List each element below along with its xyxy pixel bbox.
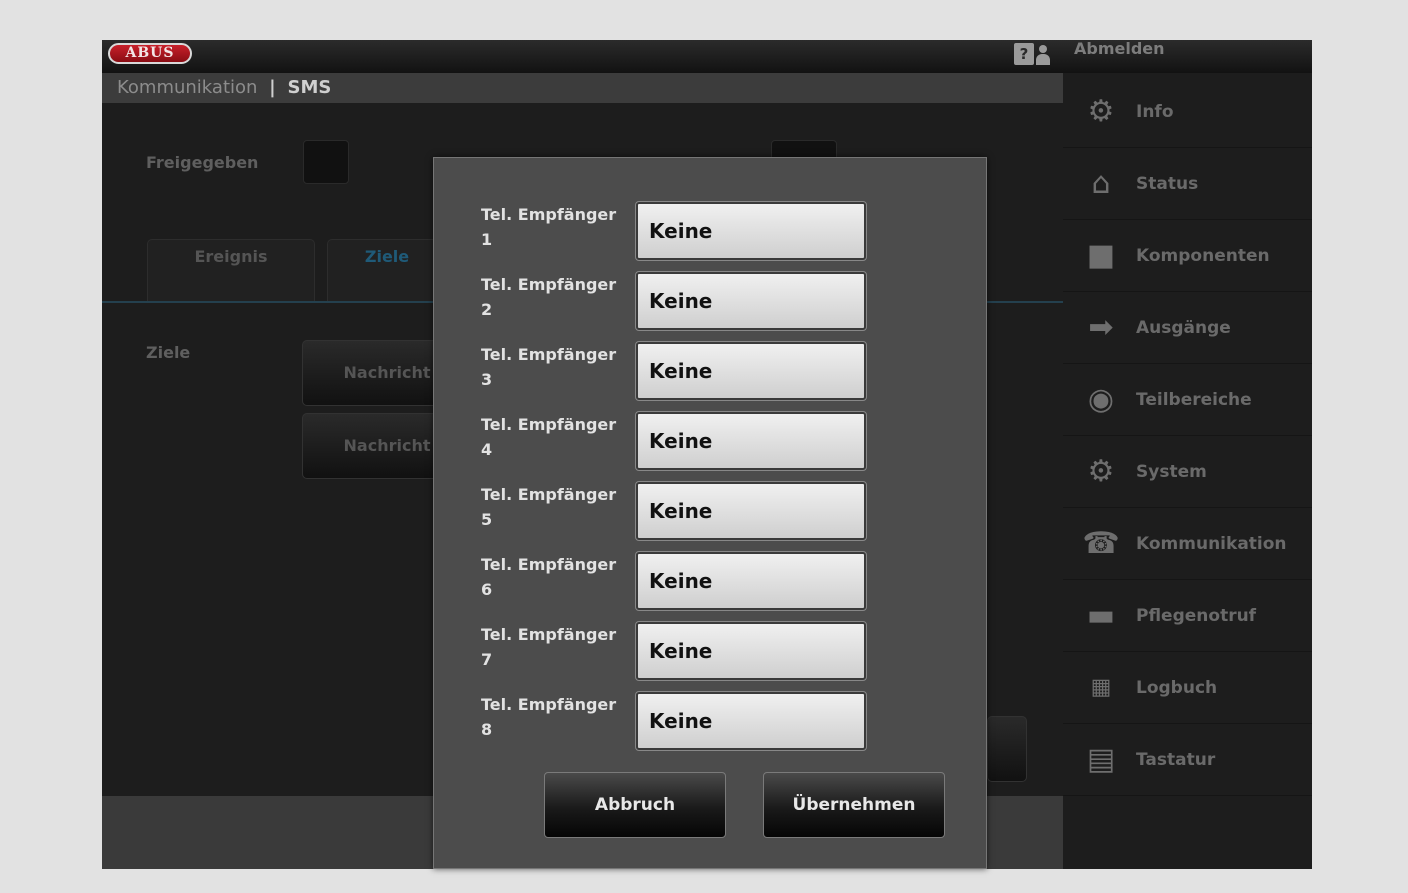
gear-icon: ⚙ <box>1087 454 1115 489</box>
help-person-icon[interactable]: ? <box>1014 43 1050 67</box>
sidebar-item-label: Status <box>1136 174 1199 194</box>
sidebar-item-system[interactable]: ⚙ System <box>1063 436 1312 508</box>
breadcrumb-separator: | <box>269 77 276 98</box>
telephone-icon: ☎ <box>1082 526 1120 561</box>
recipient-label: Tel. Empfänger 7 <box>481 625 617 669</box>
sidebar-item-info[interactable]: ⚙ Info <box>1063 76 1312 148</box>
sidebar-item-label: Komponenten <box>1136 246 1270 266</box>
keypad-icon: ▤ <box>1086 742 1116 777</box>
exit-arrow-icon: ➡ <box>1088 310 1114 345</box>
sidebar-item-care-call[interactable]: ▬ Pflegenotruf <box>1063 580 1312 652</box>
person-icon <box>1036 45 1050 65</box>
breadcrumb-current-page: SMS <box>287 77 332 98</box>
sidebar-item-label: Ausgänge <box>1136 318 1231 338</box>
pie-segments-icon: ◉ <box>1087 382 1115 417</box>
recipient-label: Tel. Empfänger 5 <box>481 485 617 529</box>
abus-logo: ABUS <box>108 43 192 64</box>
sidebar-item-label: Logbuch <box>1136 678 1218 698</box>
breadcrumb-section[interactable]: Kommunikation <box>117 77 257 98</box>
cancel-button[interactable]: Abbruch <box>544 772 726 838</box>
top-bar: ABUS ? Abmelden <box>102 40 1312 73</box>
recipient-label: Tel. Empfänger 4 <box>481 415 617 459</box>
logout-link[interactable]: Abmelden <box>1074 40 1194 62</box>
recipient-label: Tel. Empfänger 6 <box>481 555 617 599</box>
sidebar-item-outputs[interactable]: ➡ Ausgänge <box>1063 292 1312 364</box>
recipient-select-6[interactable]: Keine <box>635 551 867 611</box>
sidebar-item-status[interactable]: ⌂ Status <box>1063 148 1312 220</box>
question-mark-icon: ? <box>1014 43 1034 65</box>
square-icon: ■ <box>1086 238 1116 273</box>
sidebar-item-partitions[interactable]: ◉ Teilbereiche <box>1063 364 1312 436</box>
recipient-select-8[interactable]: Keine <box>635 691 867 751</box>
recipient-select-3[interactable]: Keine <box>635 341 867 401</box>
enabled-label: Freigegeben <box>146 153 259 172</box>
recipient-row-7: Tel. Empfänger 7 Keine <box>481 621 871 682</box>
home-icon: ⌂ <box>1091 166 1111 201</box>
sidebar-item-components[interactable]: ■ Komponenten <box>1063 220 1312 292</box>
sidebar-item-label: Pflegenotruf <box>1136 606 1257 626</box>
breadcrumb: Kommunikation | SMS <box>102 73 1063 103</box>
recipient-label: Tel. Empfänger 1 <box>481 205 617 249</box>
recipient-label: Tel. Empfänger 8 <box>481 695 617 739</box>
sidebar-item-label: Kommunikation <box>1136 534 1287 554</box>
enabled-checkbox[interactable] <box>303 140 349 184</box>
recipient-select-1[interactable]: Keine <box>635 201 867 261</box>
recipient-select-2[interactable]: Keine <box>635 271 867 331</box>
apply-button[interactable]: Übernehmen <box>763 772 945 838</box>
recipient-select-4[interactable]: Keine <box>635 411 867 471</box>
background-action-button[interactable] <box>987 716 1027 782</box>
sidebar-item-communication[interactable]: ☎ Kommunikation <box>1063 508 1312 580</box>
recipient-row-6: Tel. Empfänger 6 Keine <box>481 551 871 612</box>
calendar-icon: ▦ <box>1090 675 1112 700</box>
sidebar-item-label: Tastatur <box>1136 750 1216 770</box>
sidebar-item-logbook[interactable]: ▦ Logbuch <box>1063 652 1312 724</box>
gear-icon: ⚙ <box>1087 94 1115 129</box>
tab-event[interactable]: Ereignis <box>147 239 315 301</box>
recipient-row-2: Tel. Empfänger 2 Keine <box>481 271 871 332</box>
recipient-label: Tel. Empfänger 2 <box>481 275 617 319</box>
recipient-row-5: Tel. Empfänger 5 Keine <box>481 481 871 542</box>
recipient-select-5[interactable]: Keine <box>635 481 867 541</box>
sidebar-nav: ⚙ Info ⌂ Status ■ Komponenten ➡ Ausgänge… <box>1063 76 1312 796</box>
recipient-row-3: Tel. Empfänger 3 Keine <box>481 341 871 402</box>
sidebar-item-keypad[interactable]: ▤ Tastatur <box>1063 724 1312 796</box>
tab-targets[interactable]: Ziele <box>327 239 447 301</box>
recipient-dialog: Tel. Empfänger 1 Keine Tel. Empfänger 2 Ke… <box>433 157 987 869</box>
sidebar-item-label: Info <box>1136 102 1174 122</box>
recipient-label: Tel. Empfänger 3 <box>481 345 617 389</box>
bed-icon: ▬ <box>1086 598 1116 633</box>
targets-label: Ziele <box>146 343 191 362</box>
recipient-select-7[interactable]: Keine <box>635 621 867 681</box>
recipient-row-4: Tel. Empfänger 4 Keine <box>481 411 871 472</box>
sidebar-item-label: System <box>1136 462 1207 482</box>
sidebar-item-label: Teilbereiche <box>1136 390 1252 410</box>
recipient-row-1: Tel. Empfänger 1 Keine <box>481 201 871 262</box>
recipient-row-8: Tel. Empfänger 8 Keine <box>481 691 871 752</box>
